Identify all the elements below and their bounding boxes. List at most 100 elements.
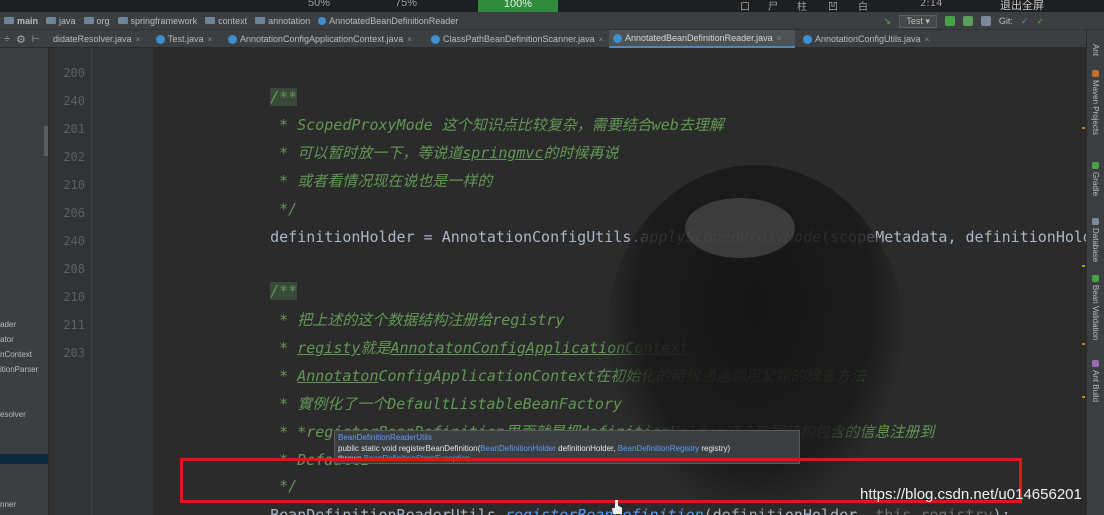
tooltip-class-link[interactable]: BeanDefinitionReaderUtils: [338, 433, 796, 443]
close-icon[interactable]: ×: [208, 35, 213, 44]
git-update-icon[interactable]: ✓: [1021, 16, 1029, 27]
close-icon[interactable]: ×: [407, 35, 412, 44]
ant-build-tab[interactable]: Ant Build: [1091, 360, 1100, 402]
class-icon: [156, 34, 165, 44]
tree-item[interactable]: nContext: [0, 350, 32, 359]
tab-annotated-bean-definition-reader[interactable]: AnnotatedBeanDefinitionReader.java ×: [609, 30, 795, 48]
line-number: 200: [63, 66, 85, 80]
gradle-icon: [1092, 162, 1099, 169]
breadcrumb-item[interactable]: main: [4, 16, 38, 26]
warning-marker[interactable]: [1082, 127, 1085, 129]
code-line: * ScopedProxyMode 这个知识点比较复杂，需要结合web去理解: [234, 92, 724, 134]
close-icon[interactable]: ×: [925, 35, 930, 44]
tooltip-type-link[interactable]: BeanDefinitionStoreException: [364, 454, 470, 463]
bean-validation-tab[interactable]: Bean Validation: [1091, 275, 1100, 340]
method-call-link[interactable]: registerBeanDefinition: [505, 506, 704, 515]
line-number-gutter: 200 240 201 202 210 206 240 208 210 211 …: [49, 48, 153, 515]
tooltip-signature: public static void registerBeanDefinitio…: [338, 444, 731, 453]
close-icon[interactable]: ×: [136, 35, 141, 44]
code-line: * 把上述的这个数据结构注册给registry: [234, 287, 564, 329]
warning-marker[interactable]: [1082, 343, 1085, 345]
debug-icon[interactable]: [962, 16, 973, 26]
breadcrumb-item[interactable]: AnnotatedBeanDefinitionReader: [318, 16, 458, 26]
class-icon: [613, 33, 622, 43]
tab-test[interactable]: Test.java ×: [152, 30, 220, 48]
code-line: * AnnotatonConfigApplicationContext在初始化的…: [234, 343, 865, 385]
collapse-icon[interactable]: ⊢: [32, 34, 40, 45]
folder-icon: [46, 17, 57, 24]
warning-marker[interactable]: [1082, 265, 1085, 267]
folder-icon: [255, 17, 266, 24]
maven-projects-tab[interactable]: Maven Projects: [1091, 70, 1100, 135]
close-icon[interactable]: ×: [599, 35, 604, 44]
sidebar-scrollbar[interactable]: [44, 126, 48, 156]
code-text: );: [992, 506, 1011, 515]
run-toolbar: ↘ Test ▾ Git: ✓ ✓: [883, 12, 1044, 30]
split-icon[interactable]: ÷: [4, 33, 10, 45]
code-text: definitionHolder = AnnotationConfigUtils…: [270, 228, 641, 246]
project-tree: ader ator nContext itionParser esolver n…: [0, 48, 49, 515]
code-text: this.registry: [875, 506, 993, 515]
database-tab[interactable]: Database: [1091, 218, 1100, 262]
doc-comment: 的时候再说: [543, 144, 619, 162]
code-text: BeanDefinitionReaderUtils.: [270, 506, 505, 515]
code-line: * registy就是AnnotatonConfigApplicationCon…: [234, 315, 688, 357]
line-number: 208: [63, 262, 85, 276]
breadcrumb-item[interactable]: context: [205, 16, 247, 26]
code-line: */: [234, 176, 297, 218]
zoom-50-option[interactable]: 50%: [308, 0, 330, 9]
tooltip-type-link[interactable]: BeanDefinitionHolder: [480, 444, 556, 453]
maven-icon: [1092, 70, 1099, 77]
tab-tools: ÷ ⚙ ⊢: [0, 30, 49, 48]
csdn-watermark: https://blog.csdn.net/u014656201: [860, 486, 1082, 503]
breadcrumb: main java org springframework context an…: [0, 12, 1104, 30]
code-line: * 實例化了一个DefaultListableBeanFactory: [234, 371, 622, 413]
tab-candidate-resolver[interactable]: didateResolver.java ×: [49, 30, 149, 48]
line-number: 210: [63, 178, 85, 192]
settings-gear-icon[interactable]: ⚙: [16, 33, 26, 46]
line-number: 211: [63, 318, 85, 332]
playback-time: 2:14: [920, 0, 943, 9]
tree-item[interactable]: ader: [0, 320, 16, 329]
tree-item[interactable]: esolver: [0, 410, 26, 419]
code-text: (definitionHolder,: [703, 506, 876, 515]
tree-selected-item[interactable]: [0, 454, 48, 464]
database-icon: [1092, 218, 1099, 225]
breadcrumb-item[interactable]: annotation: [255, 16, 310, 26]
doc-comment: * 或者看情况现在说也是一样的: [270, 172, 493, 190]
tree-item[interactable]: ator: [0, 335, 14, 344]
warning-marker[interactable]: [1082, 396, 1085, 398]
zoom-100-option[interactable]: 100%: [478, 0, 558, 12]
gradle-tab[interactable]: Gradle: [1091, 162, 1100, 196]
tree-item[interactable]: nner: [0, 500, 16, 509]
code-line: /**: [234, 64, 298, 106]
breadcrumb-item[interactable]: java: [46, 16, 76, 26]
close-icon[interactable]: ×: [777, 34, 782, 43]
tree-item[interactable]: itionParser: [0, 365, 38, 374]
bean-validation-icon: [1092, 275, 1099, 282]
zoom-75-option[interactable]: 75%: [395, 0, 417, 9]
code-line: * *registerBeanDefinition里面就是把definition…: [234, 399, 934, 441]
ant-tool-tab[interactable]: Ant: [1091, 44, 1100, 56]
tooltip-type-link[interactable]: BeanDefinitionRegistry: [618, 444, 699, 453]
breadcrumb-item[interactable]: springframework: [117, 16, 197, 26]
tab-annotation-config-app-context[interactable]: AnnotationConfigApplicationContext.java ×: [224, 30, 414, 48]
coverage-icon[interactable]: [980, 16, 991, 26]
folder-icon: [117, 17, 128, 24]
class-icon: [228, 34, 237, 44]
tab-classpath-scanner[interactable]: ClassPathBeanDefinitionScanner.java ×: [427, 30, 603, 48]
run-config-select[interactable]: Test ▾: [899, 14, 937, 28]
code-line: * 可以暂时放一下，等说道springmvc的时候再说: [234, 120, 618, 162]
code-text: (scopeMetadata, definitionHolder: [821, 228, 1086, 246]
class-icon: [318, 16, 327, 25]
tab-annotation-config-utils[interactable]: AnnotationConfigUtils.java ×: [799, 30, 939, 48]
folder-icon: [205, 17, 216, 24]
breadcrumb-item[interactable]: org: [83, 16, 110, 26]
run-icon[interactable]: [944, 16, 955, 26]
line-number: 210: [63, 290, 85, 304]
ant-build-icon: [1092, 360, 1099, 367]
code-line: /**: [234, 258, 298, 300]
build-icon[interactable]: ↘: [883, 16, 891, 27]
git-commit-icon[interactable]: ✓: [1036, 16, 1044, 27]
method-call[interactable]: applyScopedProxyMode: [640, 228, 821, 246]
